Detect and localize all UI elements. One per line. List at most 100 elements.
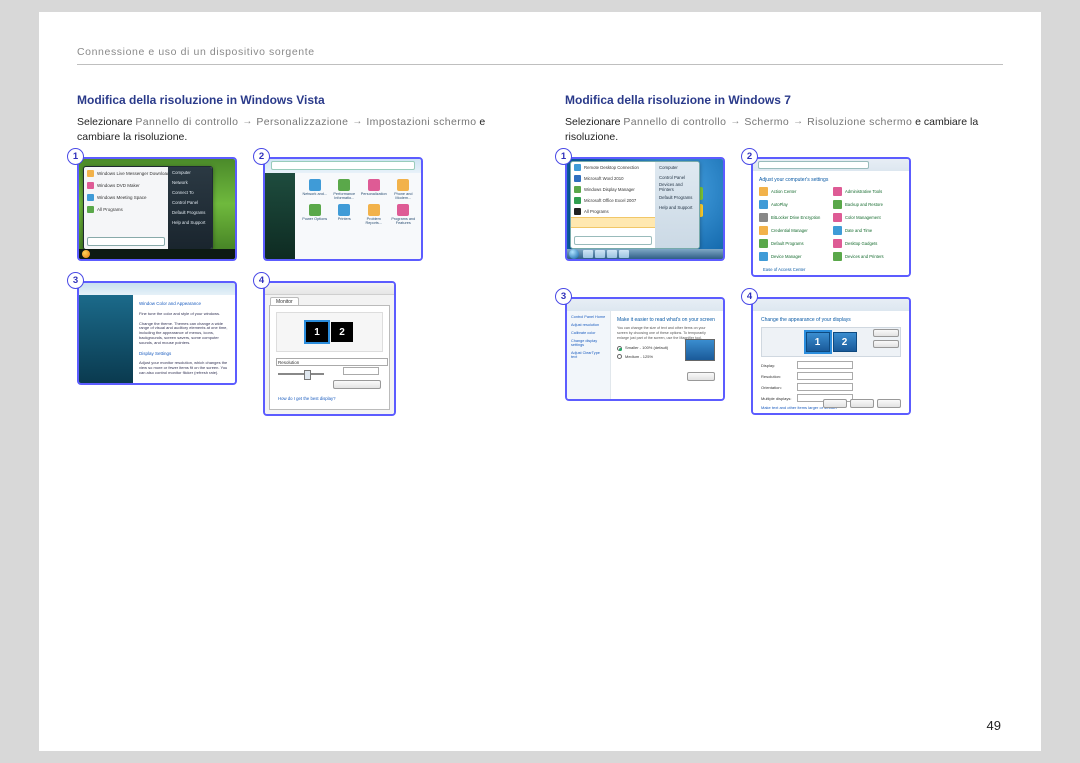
path-control-panel: Pannello di controllo — [135, 116, 238, 128]
combobox[interactable] — [797, 372, 853, 380]
screenshot-win7-3: 3 Control Panel HomeAdjust resolutionCal… — [565, 297, 725, 415]
cp-item[interactable]: AutoPlay — [759, 200, 829, 209]
cp-item[interactable]: Backup and Restore — [833, 200, 903, 209]
start-search-input[interactable] — [574, 236, 652, 245]
monitor-2[interactable]: 2 — [331, 322, 353, 342]
start-right-item[interactable]: Connect To — [168, 187, 212, 197]
cp-item[interactable]: Programs and Features — [390, 204, 418, 225]
start-search-input[interactable] — [87, 237, 165, 246]
cp-item[interactable]: Printers — [331, 204, 359, 225]
start-right-item[interactable]: Control Panel — [655, 172, 699, 182]
sidebar: Control Panel Home Adjust resolution Calib… — [567, 311, 611, 399]
cp-item[interactable]: Desktop Gadgets — [833, 239, 903, 248]
colors-select[interactable] — [343, 367, 379, 375]
cp-item[interactable]: Default Programs — [759, 239, 829, 248]
start-right-item[interactable]: Devices and Printers — [655, 182, 699, 192]
start-right-item[interactable]: Default Programs — [655, 192, 699, 202]
dialog-buttons — [823, 399, 901, 408]
cancel-button[interactable] — [850, 399, 874, 408]
cp-item[interactable]: BitLocker Drive Encryption — [759, 213, 829, 222]
start-right-item[interactable]: Help and Support — [168, 217, 212, 227]
monitor-1[interactable]: 1 — [806, 332, 830, 352]
manual-page: Connessione e uso di un dispositivo sorg… — [39, 12, 1041, 751]
identify-button[interactable] — [873, 340, 899, 348]
cp-item[interactable]: Date and Time — [833, 226, 903, 235]
setting-row: Orientation: — [761, 383, 901, 391]
cp-item[interactable]: Devices and Printers — [833, 252, 903, 261]
taskbar-pin[interactable] — [595, 250, 605, 258]
arrow-icon: → — [352, 115, 362, 130]
screenshot-win7-4: 4 Change the appearance of your displays… — [751, 297, 911, 415]
combobox[interactable] — [797, 361, 853, 369]
cp-item[interactable]: Credential Manager — [759, 226, 829, 235]
screenshot-row-2: 3 Control Panel HomeAdjust resolutionCal… — [565, 297, 1003, 415]
path-screen-resolution: Risoluzione schermo — [807, 116, 912, 128]
cp-item[interactable]: Network and... — [301, 179, 329, 200]
apply-button[interactable] — [687, 372, 715, 381]
instr-pre: Selezionare — [77, 116, 135, 128]
address-bar[interactable] — [758, 161, 869, 169]
screenshot-image: Network and...Performance Informatio...P… — [263, 157, 423, 261]
cp-item[interactable]: Ease of Access Center — [763, 267, 805, 272]
sidebar — [79, 295, 133, 383]
taskbar-pin[interactable] — [607, 250, 617, 258]
content-columns: Modifica della risoluzione in Windows Vi… — [77, 93, 1003, 436]
link-window-color[interactable]: Window Color and Appearance — [139, 301, 229, 306]
sidebar-link[interactable]: Adjust resolution — [571, 323, 606, 327]
text: Change the theme. Themes can change a wi… — [139, 322, 229, 346]
apply-button[interactable] — [877, 399, 901, 408]
cp-item[interactable]: Problem Reports... — [360, 204, 388, 225]
sidebar — [265, 173, 295, 259]
heading-vista: Modifica della risoluzione in Windows Vi… — [77, 93, 515, 107]
heading-win7: Modifica della risoluzione in Windows 7 — [565, 93, 1003, 107]
taskbar-pin[interactable] — [619, 250, 629, 258]
highlighted-item[interactable] — [571, 217, 655, 228]
screenshot-vista-1: 1 ComputerNetworkConnect ToControl Panel… — [77, 157, 237, 261]
start-right-item[interactable]: Computer — [655, 162, 699, 172]
start-right-item[interactable]: Default Programs — [168, 207, 212, 217]
start-menu: ComputerNetworkConnect ToControl PanelDe… — [83, 166, 213, 250]
taskbar — [567, 249, 723, 259]
sidebar-link[interactable]: Calibrate color — [571, 331, 606, 335]
address-bar[interactable] — [271, 161, 415, 170]
taskbar-pin[interactable] — [583, 250, 593, 258]
screenshot-vista-2: 2 Network and...Performance Informatio..… — [263, 157, 423, 261]
start-right-item[interactable]: Network — [168, 177, 212, 187]
sidebar-link[interactable]: Change display settings — [571, 339, 606, 347]
cp-item[interactable]: Phone and Modem... — [390, 179, 418, 200]
monitor-1[interactable]: 1 — [306, 322, 328, 342]
cp-heading: Adjust your computer's settings — [759, 177, 903, 183]
screenshot-image: Change the appearance of your displays 1… — [751, 297, 911, 415]
resolution-slider[interactable] — [278, 373, 324, 375]
control-panel-grid: Network and...Performance Informatio...P… — [301, 179, 417, 225]
link-help[interactable]: What display settings should I choose? — [761, 412, 901, 415]
start-right-item[interactable]: Computer — [168, 167, 212, 177]
link-display-settings[interactable]: Display Settings — [139, 351, 229, 356]
preview-thumbnail — [685, 339, 715, 361]
sidebar-link[interactable]: Control Panel Home — [571, 315, 606, 319]
start-right-item[interactable]: Help and Support — [655, 202, 699, 212]
cp-item[interactable]: Power Options — [301, 204, 329, 225]
cp-item[interactable]: Administrative Tools — [833, 187, 903, 196]
monitor-2[interactable]: 2 — [833, 332, 857, 352]
cp-item[interactable]: Device Manager — [759, 252, 829, 261]
breadcrumb: Connessione e uso di un dispositivo sorg… — [77, 46, 1003, 65]
screenshot-win7-2: 2 Adjust your computer's settings Action… — [751, 157, 911, 277]
screenshot-image: ComputerNetworkConnect ToControl PanelDe… — [77, 157, 237, 261]
advanced-settings-button[interactable] — [333, 380, 381, 389]
cp-item[interactable]: Action Center — [759, 187, 829, 196]
detect-button[interactable] — [873, 329, 899, 337]
cp-item[interactable]: Color Management — [833, 213, 903, 222]
ok-button[interactable] — [823, 399, 847, 408]
combobox[interactable] — [797, 383, 853, 391]
cp-item[interactable]: Personalization — [360, 179, 388, 200]
cp-item[interactable]: Performance Informatio... — [331, 179, 359, 200]
path-control-panel: Pannello di controllo — [623, 116, 726, 128]
path-personalization: Personalizzazione — [256, 116, 348, 128]
help-link[interactable]: How do I get the best display? — [278, 396, 336, 401]
screenshot-image: Adjust your computer's settings Action C… — [751, 157, 911, 277]
sidebar-link[interactable]: Adjust ClearType text — [571, 351, 606, 359]
start-orb-icon[interactable] — [569, 249, 579, 259]
start-right-item[interactable]: Control Panel — [168, 197, 212, 207]
pane-heading: Make it easier to read what's on your sc… — [617, 317, 717, 323]
